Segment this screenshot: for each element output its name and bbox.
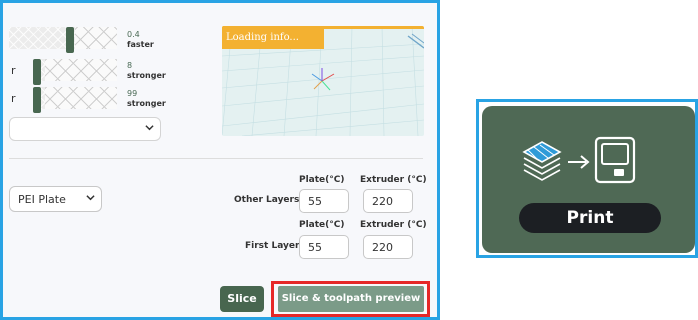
layers-icon — [522, 141, 562, 181]
slider-value: 99 stronger — [127, 89, 166, 109]
extruder-temp-header: Extruder (°C) — [360, 220, 427, 230]
settings-select[interactable] — [9, 117, 161, 141]
other-layers-extruder-temp-input[interactable]: 220 — [363, 189, 413, 213]
slider-value: 0.4 faster — [127, 30, 154, 50]
strength-slider-track[interactable] — [33, 59, 117, 85]
slider-row-strength: r 8 stronger — [3, 57, 203, 85]
speed-slider-track[interactable] — [9, 27, 117, 53]
first-layer-label: First Layer — [245, 241, 300, 251]
first-layer-extruder-temp-input[interactable]: 220 — [363, 235, 413, 259]
slider-value-desc: stronger — [127, 71, 166, 80]
print-button[interactable]: Print — [519, 203, 661, 233]
extruder-temp-header: Extruder (°C) — [360, 175, 427, 185]
slider-value: 8 stronger — [127, 61, 166, 81]
slider-fade — [45, 59, 117, 81]
other-layers-plate-temp-input[interactable]: 55 — [299, 189, 349, 213]
chevron-down-icon — [86, 193, 95, 205]
slider-row-speed: 0.4 faster — [3, 25, 203, 53]
slice-toolpath-preview-button[interactable]: Slice & toolpath preview — [278, 286, 424, 312]
arrow-right-icon — [568, 155, 590, 169]
slider-row-label: r — [11, 64, 16, 77]
loading-badge: Loading info... — [222, 26, 324, 49]
plate-type-value: PEI Plate — [18, 193, 66, 206]
strength-slider-thumb[interactable] — [33, 59, 41, 85]
density-slider-track[interactable] — [33, 87, 117, 113]
slider-value-desc: faster — [127, 40, 154, 49]
speed-slider-thumb[interactable] — [66, 27, 74, 53]
slider-value-number: 0.4 — [127, 30, 140, 39]
slider-row-density: r 99 stronger — [3, 85, 203, 113]
density-slider-thumb[interactable] — [33, 87, 41, 113]
plate-temp-header: Plate(°C) — [299, 175, 345, 185]
preview-viewport[interactable]: Loading info... — [222, 26, 424, 136]
first-layer-plate-temp-input[interactable]: 55 — [299, 235, 349, 259]
printer-icon — [594, 136, 636, 184]
slider-row-label: r — [11, 92, 16, 105]
slider-value-number: 99 — [127, 89, 138, 98]
plate-temp-header: Plate(°C) — [299, 220, 345, 230]
slider-value-desc: stronger — [127, 99, 166, 108]
chevron-down-icon — [145, 123, 154, 135]
slice-button[interactable]: Slice — [220, 286, 264, 312]
slider-fade — [75, 27, 117, 49]
slider-value-number: 8 — [127, 61, 133, 70]
section-divider — [9, 158, 423, 159]
slicer-settings-panel: 0.4 faster r 8 stronger r 99 stronger Lo… — [0, 0, 440, 320]
plate-type-select[interactable]: PEI Plate — [9, 186, 102, 212]
print-icons — [522, 136, 636, 184]
other-layers-label: Other Layers — [234, 195, 300, 205]
slider-fade — [45, 87, 117, 109]
